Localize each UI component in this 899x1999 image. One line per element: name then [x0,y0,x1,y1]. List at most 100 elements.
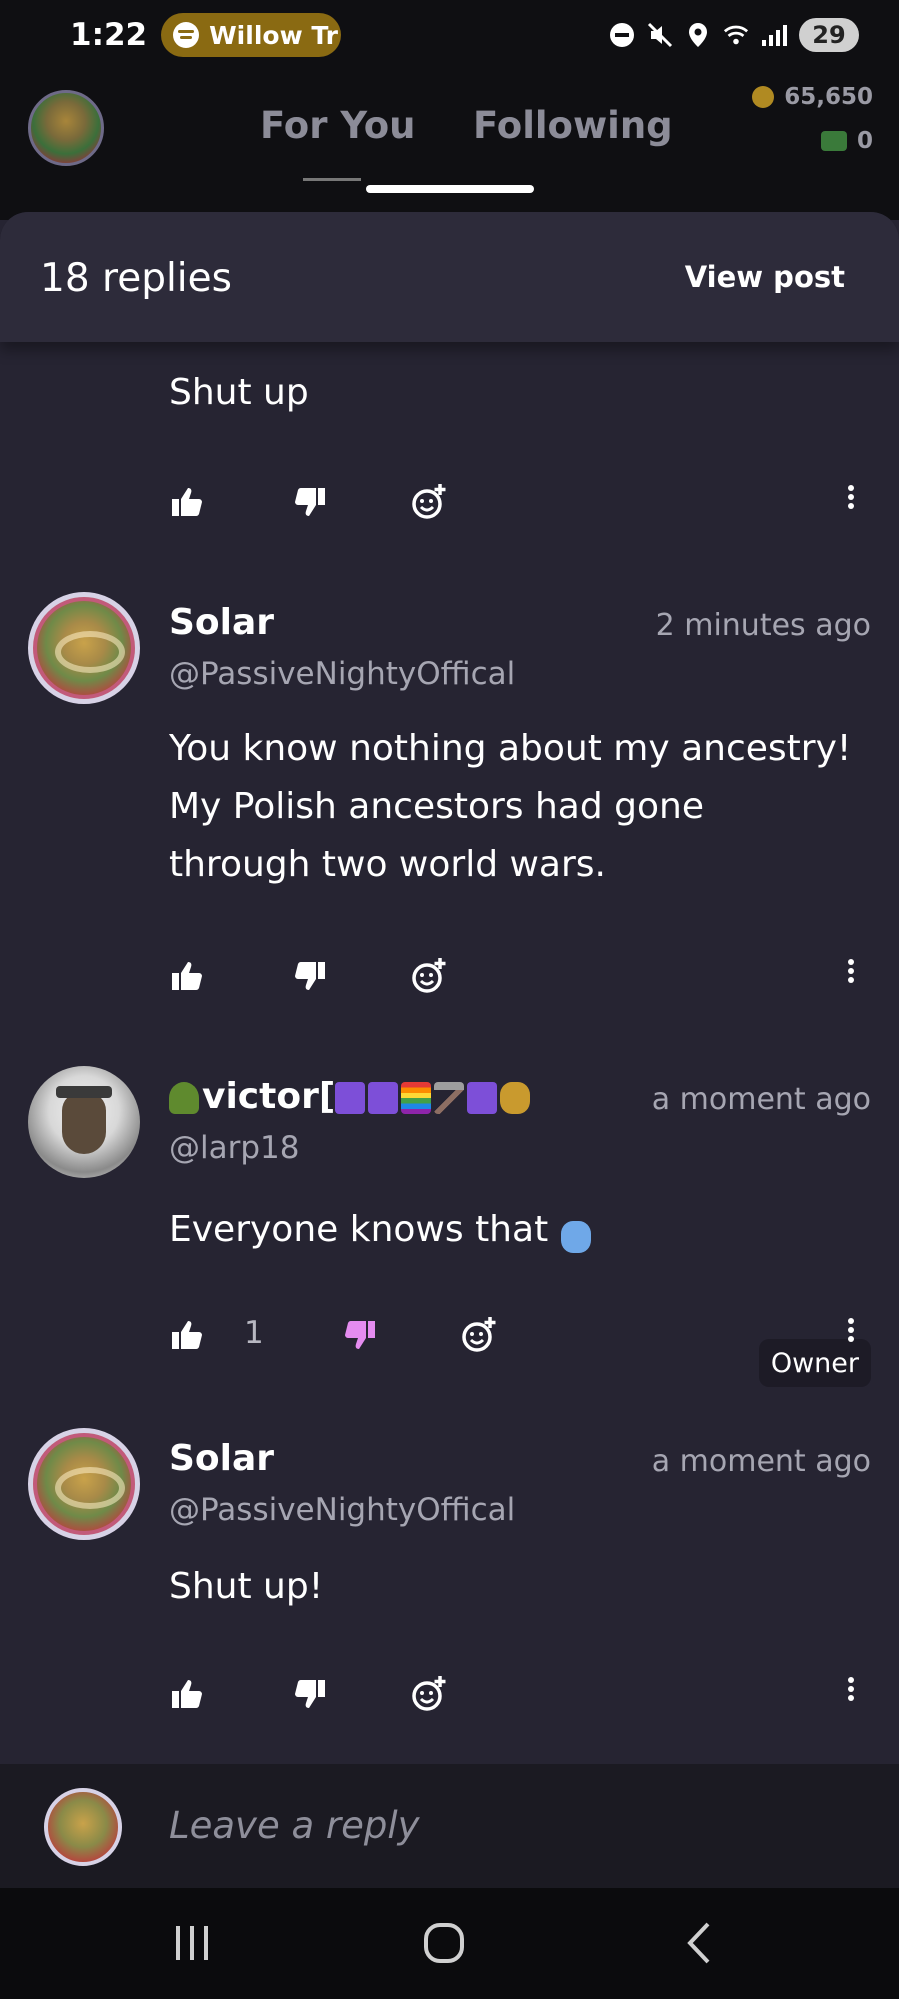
gloves-emoji-icon [561,1220,592,1253]
status-bar: 1:22 Willow Tr 29 [0,0,899,70]
more-options-button[interactable] [845,956,857,996]
avatar[interactable] [28,592,140,704]
spotify-icon [173,22,200,48]
cash-balance: 0 [820,128,873,154]
like-button[interactable] [171,1315,203,1355]
tab-for-you[interactable]: For You [260,104,415,147]
thumbs-up-icon [172,1680,202,1708]
comment-author-name[interactable]: Solar [169,1438,274,1479]
media-pill[interactable]: Willow Tr [161,13,342,57]
signal-icon [761,22,787,48]
rainbow-flag-emoji-icon [401,1082,432,1114]
avatar[interactable] [28,1428,140,1540]
comment-text-line: Everyone knows that [169,1209,549,1250]
comment-actions [0,482,899,522]
add-reaction-icon [412,1676,446,1711]
comment-text: Everyone knows that [169,1201,594,1259]
comment-text-line: You know nothing about my ancestry! [169,728,852,769]
recent-apps-button[interactable] [162,1918,222,1968]
replies-header: 18 replies View post [0,212,899,342]
like-button[interactable] [171,1674,203,1714]
comment-author-name[interactable]: victor[ [169,1076,533,1117]
do-not-disturb-icon [609,22,635,48]
comment-text-line: My Polish ancestors had gone [169,786,705,827]
comment-text-line: through two world wars. [169,844,606,885]
add-reaction-button[interactable] [460,1315,498,1355]
status-icons: 29 [609,18,859,52]
currency-panel[interactable]: 65,650 0 [733,84,873,154]
cross-emoji-icon [335,1082,366,1114]
back-button[interactable] [670,1918,730,1968]
wifi-icon [723,22,749,48]
tab-indicator [303,178,361,181]
add-reaction-button[interactable] [410,482,448,522]
coin-balance: 65,650 [752,84,873,110]
recent-apps-icon [176,1926,208,1960]
comment-author-handle[interactable]: @PassiveNightyOffical [169,656,515,692]
location-icon [685,22,711,48]
coin-amount: 65,650 [784,84,873,110]
app-header: For You Following 65,650 0 [0,70,899,220]
replies-count: 18 replies [40,256,232,301]
thumbs-up-icon [172,962,202,990]
mute-icon [647,22,673,48]
app-root: 1:22 Willow Tr 29 For You Following 65,6… [0,0,899,1999]
comment-actions: 1 [0,1315,899,1355]
like-button[interactable] [171,482,203,522]
more-options-button[interactable] [845,482,857,522]
back-icon [687,1922,710,1964]
view-post-button[interactable]: View post [685,260,845,294]
cash-icon [820,131,847,151]
profile-avatar[interactable] [28,90,104,166]
home-icon [424,1923,464,1963]
dislike-button[interactable] [294,1674,326,1714]
media-title: Willow Tr [209,20,339,50]
axe-emoji-icon [434,1082,465,1114]
add-reaction-icon [462,1317,496,1352]
thumbs-down-icon [295,488,325,516]
comment-text: You know nothing about my ancestry! My P… [169,720,851,894]
add-reaction-icon [412,958,446,993]
status-time: 1:22 [70,17,148,53]
reply-composer: Leave a reply [0,1764,899,1888]
dislike-button[interactable] [294,956,326,996]
comment-timestamp: a moment ago [651,1444,871,1479]
tab-following[interactable]: Following [473,104,673,147]
comment-author-name[interactable]: Solar [169,602,274,643]
avatar [44,1788,122,1866]
comment-timestamp: a moment ago [651,1082,871,1117]
dislike-button[interactable] [294,482,326,522]
comment-actions [0,956,899,996]
replies-sheet: 18 replies View post Shut up Solar 2 min… [0,212,899,1764]
more-options-button[interactable] [845,1315,857,1355]
add-reaction-button[interactable] [410,956,448,996]
atom-emoji-icon [467,1082,498,1114]
reply-input[interactable]: Leave a reply [169,1804,420,1847]
thumbs-down-icon [295,962,325,990]
comment-text: Shut up [169,372,309,413]
battery-indicator: 29 [799,18,859,52]
cash-amount: 0 [856,128,873,154]
thumbs-up-icon [172,488,202,516]
dislike-button[interactable] [344,1315,376,1355]
author-name-text: victor[ [202,1076,336,1117]
add-reaction-button[interactable] [410,1674,448,1714]
helmet-emoji-icon [169,1082,199,1114]
like-button[interactable] [171,956,203,996]
like-count: 1 [244,1315,264,1351]
handshake-emoji-icon [500,1082,531,1114]
thumbs-down-icon [295,1680,325,1708]
sheet-drag-handle[interactable] [366,185,534,193]
thumbs-down-icon [345,1321,375,1349]
avatar[interactable] [28,1066,140,1178]
orthodox-cross-emoji-icon [368,1082,399,1114]
comment-author-handle[interactable]: @larp18 [169,1130,299,1166]
thumbs-up-icon [172,1321,202,1349]
more-options-button[interactable] [845,1674,857,1714]
home-button[interactable] [415,1918,475,1968]
comment-text: Shut up! [169,1566,324,1607]
comment-timestamp: 2 minutes ago [655,608,871,643]
coin-icon [752,86,775,108]
add-reaction-icon [412,484,446,519]
comment-author-handle[interactable]: @PassiveNightyOffical [169,1492,515,1528]
